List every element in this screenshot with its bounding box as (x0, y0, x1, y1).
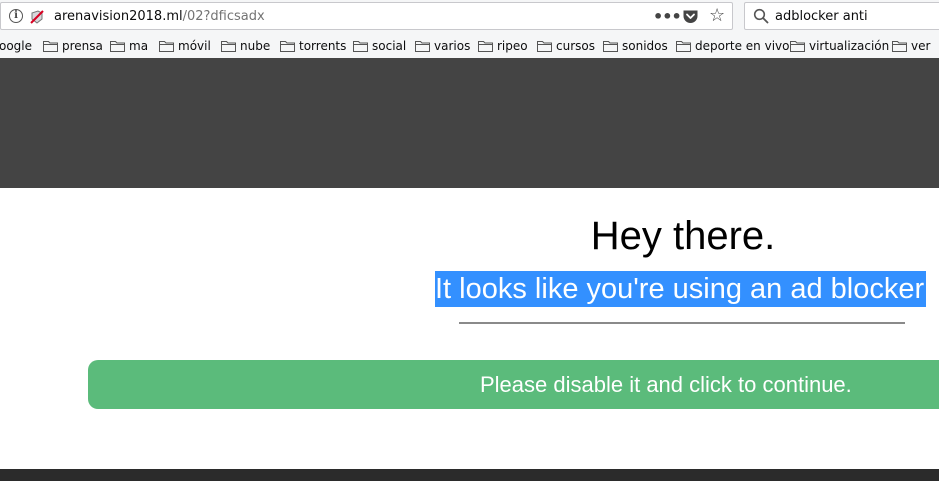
search-bar[interactable]: adblocker anti (744, 2, 939, 30)
bookmark-label: sonidos (622, 39, 668, 53)
folder-icon (43, 41, 58, 52)
bookmark-folder-prensa[interactable]: prensa (43, 38, 103, 56)
folder-icon (892, 41, 907, 52)
page-title: Hey there. (590, 214, 776, 258)
folder-icon (790, 41, 805, 52)
folder-icon (159, 41, 174, 52)
bookmark-label: móvil (178, 39, 211, 53)
bookmarks-bar: oogle prensa ma móvil nube torrents soci… (0, 34, 939, 58)
divider (459, 322, 905, 324)
bookmark-folder-cursos[interactable]: cursos (537, 38, 595, 56)
bookmark-label: nube (240, 39, 271, 53)
info-icon[interactable]: i (9, 9, 23, 23)
pocket-icon[interactable] (682, 9, 699, 25)
bookmark-google[interactable]: oogle (0, 38, 32, 56)
bookmark-folder-ver[interactable]: ver (892, 38, 930, 56)
url-bar[interactable]: i arenavision2018.ml/02?dficsadx ••• ☆ (0, 2, 733, 30)
bookmark-label: ma (129, 39, 149, 53)
search-input[interactable]: adblocker anti (775, 9, 868, 24)
folder-icon (280, 41, 295, 52)
search-icon (753, 8, 769, 24)
bookmark-folder-virtualizacion[interactable]: virtualización (790, 38, 889, 56)
url-path: /02?dficsadx (182, 9, 265, 24)
folder-icon (537, 41, 552, 52)
ellipsis-icon[interactable]: ••• (653, 7, 682, 26)
folder-icon (415, 41, 430, 52)
url-text[interactable]: arenavision2018.ml/02?dficsadx (54, 9, 265, 24)
bookmark-label: oogle (0, 39, 33, 53)
folder-icon (603, 41, 618, 52)
url-host: arenavision2018.ml (54, 9, 183, 24)
bookmark-label: ver (911, 39, 931, 53)
bookmark-label: cursos (556, 39, 595, 53)
folder-icon (353, 41, 368, 52)
bookmark-folder-social[interactable]: social (353, 38, 406, 56)
bookmark-folder-movil[interactable]: móvil (159, 38, 211, 56)
adblock-notice: Hey there. It looks like you're using an… (0, 188, 939, 469)
browser-toolbar: i arenavision2018.ml/02?dficsadx ••• ☆ a… (0, 0, 939, 58)
bookmark-label: ripeo (497, 39, 528, 53)
blocked-content-icon[interactable] (29, 9, 45, 25)
folder-icon (110, 41, 125, 52)
bookmark-label: social (372, 39, 407, 53)
page-footer-band (0, 469, 939, 481)
bookmark-label: prensa (62, 39, 103, 53)
bookmark-folder-ma[interactable]: ma (110, 38, 148, 56)
folder-icon (676, 41, 691, 52)
bookmark-label: deporte en vivo (695, 39, 790, 53)
bookmark-folder-nube[interactable]: nube (221, 38, 270, 56)
bookmark-folder-varios[interactable]: varios (415, 38, 470, 56)
continue-button[interactable]: Please disable it and click to continue. (88, 360, 939, 409)
adblock-message: It looks like you're using an ad blocker (435, 271, 927, 307)
bookmark-folder-deporte-en-vivo[interactable]: deporte en vivo (676, 38, 789, 56)
bookmark-label: varios (434, 39, 471, 53)
bookmark-folder-ripeo[interactable]: ripeo (478, 38, 528, 56)
continue-button-label: Please disable it and click to continue. (480, 372, 852, 397)
folder-icon (478, 41, 493, 52)
bookmark-label: torrents (299, 39, 347, 53)
bookmark-folder-torrents[interactable]: torrents (280, 38, 346, 56)
bookmark-label: virtualización (809, 39, 890, 53)
bookmark-folder-sonidos[interactable]: sonidos (603, 38, 668, 56)
star-icon[interactable]: ☆ (709, 7, 725, 25)
folder-icon (221, 41, 236, 52)
page-header-band (0, 58, 939, 188)
